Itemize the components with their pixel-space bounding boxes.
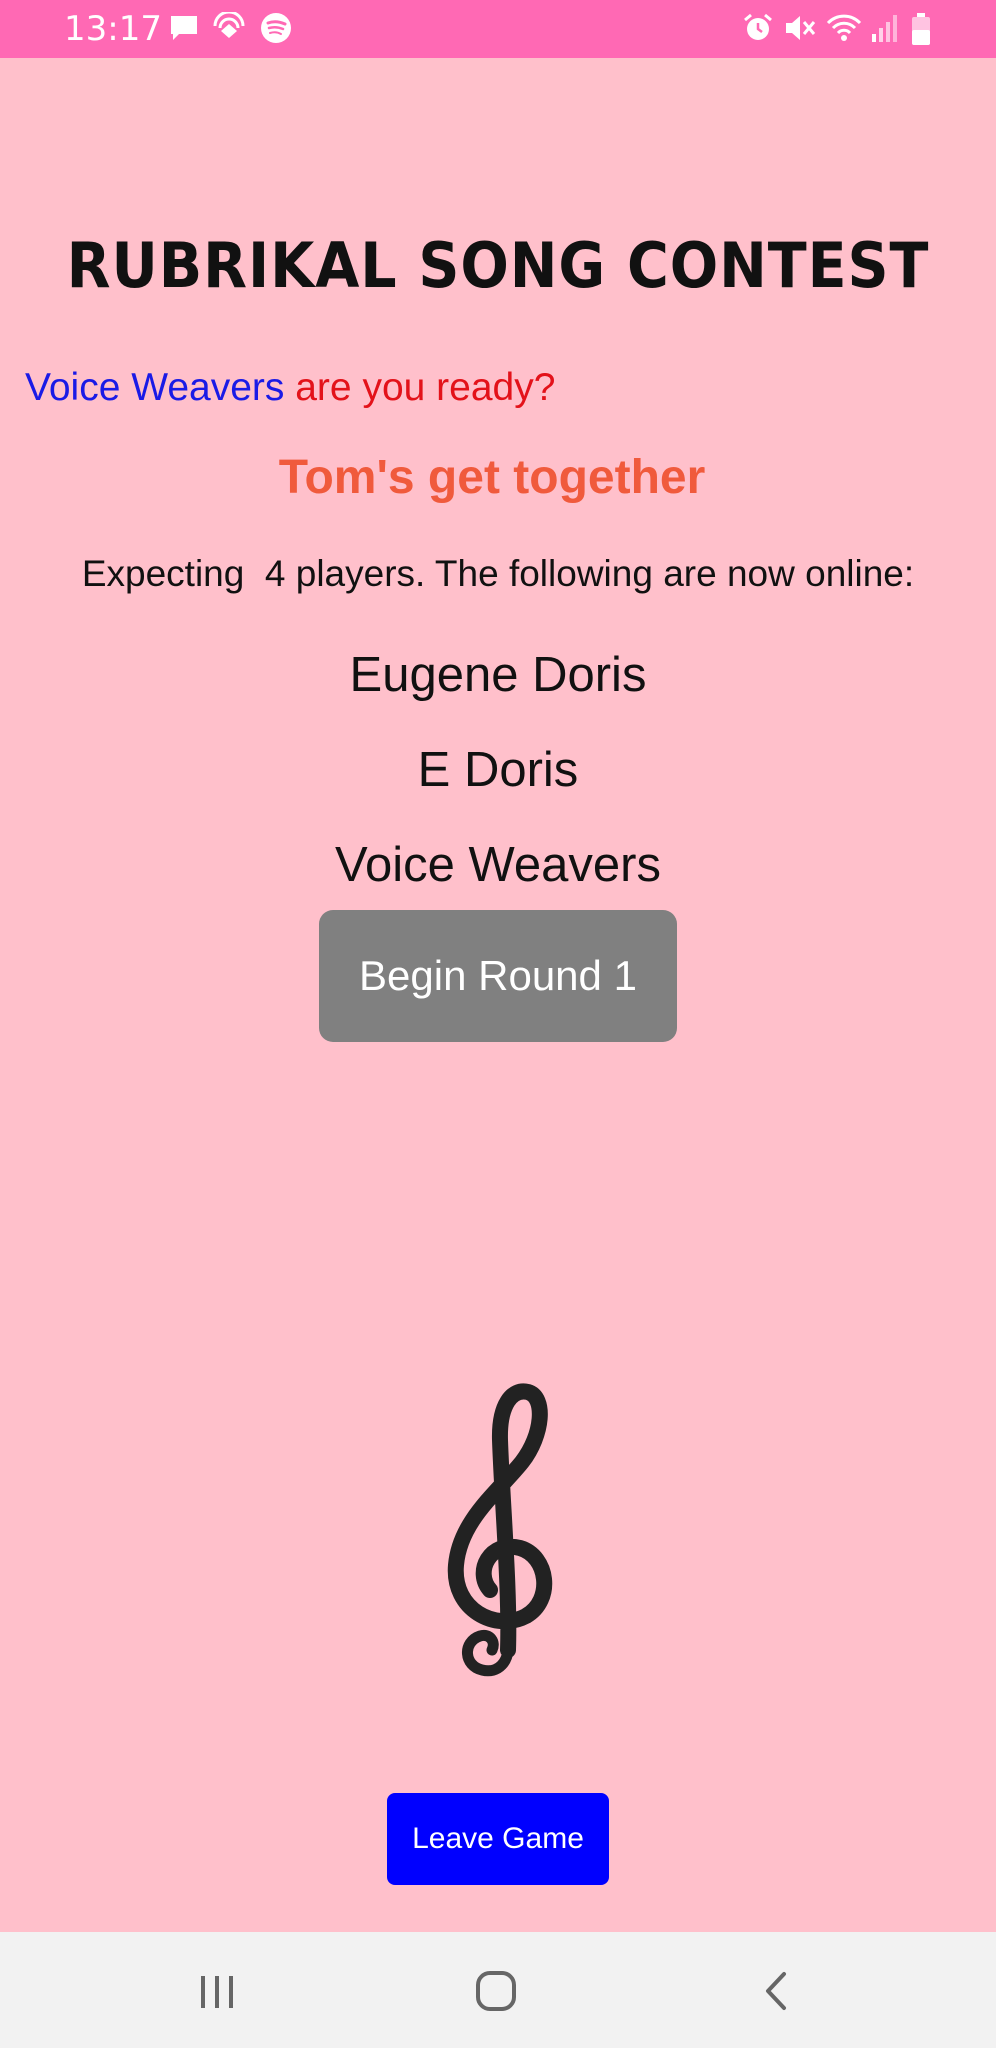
spotify-icon xyxy=(261,13,291,43)
player-name: Voice Weavers xyxy=(335,838,661,892)
team-name: Voice Weavers xyxy=(25,366,285,409)
recent-apps-icon[interactable] xyxy=(157,1952,277,2028)
navigation-bar xyxy=(0,1932,996,2048)
treble-clef-icon xyxy=(447,1383,553,1677)
ready-question: are you ready? xyxy=(284,366,556,409)
ready-prompt: Voice Weavers are you ready? xyxy=(25,364,555,412)
player-name: Eugene Doris xyxy=(349,648,647,702)
message-icon xyxy=(171,16,197,40)
leave-game-button[interactable]: Leave Game xyxy=(387,1793,609,1885)
battery-icon xyxy=(912,13,930,45)
mute-icon xyxy=(786,16,816,40)
alarm-icon xyxy=(744,13,772,40)
app-screen: 13:17 RUBRIKAL SONG CONTEST Voice Weaver… xyxy=(0,0,996,2048)
page-title: RUBRIKAL SONG CONTEST xyxy=(66,229,930,302)
cast-icon xyxy=(213,12,245,38)
signal-icon xyxy=(872,15,897,42)
player-name: E Doris xyxy=(417,743,579,797)
begin-round-button[interactable]: Begin Round 1 xyxy=(319,910,677,1042)
game-name: Tom's get together xyxy=(278,451,706,504)
back-icon[interactable] xyxy=(714,1952,834,2028)
expecting-text: Expecting 4 players. The following are n… xyxy=(81,553,915,594)
home-icon[interactable] xyxy=(436,1952,556,2028)
wifi-icon xyxy=(826,14,862,41)
status-time: 13:17 xyxy=(64,9,162,49)
status-bar: 13:17 xyxy=(0,0,996,58)
